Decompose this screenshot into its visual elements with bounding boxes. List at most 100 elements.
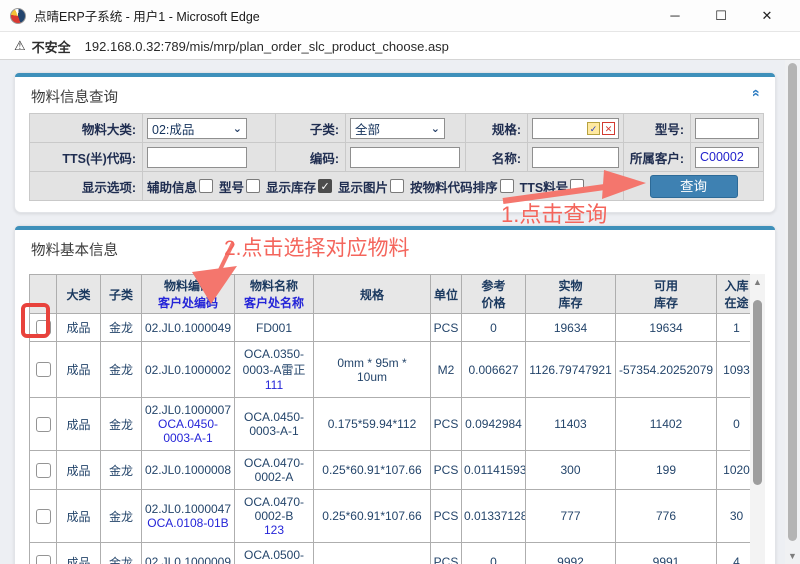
row-checkbox[interactable] (36, 417, 51, 432)
window-scrollbar[interactable]: ▼ (785, 60, 800, 564)
name-cell: OCA.0450-0003-A-1 (235, 398, 314, 451)
physical-stock-cell: 19634 (526, 314, 616, 342)
column-header: 大类 (57, 275, 101, 314)
unit-cell: PCS (431, 543, 462, 564)
price-cell: 0.01337128 (462, 490, 526, 543)
table-row[interactable]: 成品金龙02.JL0.1000009OCA.0500-0002-APCS0999… (30, 543, 757, 564)
close-icon[interactable]: ✕ (744, 1, 790, 31)
url-text[interactable]: 192.168.0.32:789/mis/mrp/plan_order_slc_… (85, 39, 449, 54)
code-cell: 02.JL0.1000008 (142, 451, 235, 490)
option-checkbox[interactable] (500, 179, 514, 193)
material-code: 02.JL0.1000047 (144, 502, 232, 516)
material-code: 02.JL0.1000049 (144, 321, 232, 335)
header-line1: 物料编码 (143, 277, 233, 294)
display-options-label: 显示选项: (30, 172, 143, 201)
code-cell: 02.JL0.1000049 (142, 314, 235, 342)
option-checkbox[interactable] (246, 179, 260, 193)
checkbox-cell (30, 342, 57, 398)
material-table-panel: 物料基本信息 大类子类物料编码客户处编码物料名称客户处名称规格单位参考价格实物库… (14, 225, 776, 564)
spec-cell: 0.25*60.91*107.66 (314, 451, 431, 490)
category-cell: 成品 (57, 451, 101, 490)
scroll-up-icon[interactable]: ▲ (750, 274, 765, 290)
option-checkbox[interactable]: ✓ (318, 179, 332, 193)
address-bar[interactable]: ⚠ 不安全 192.168.0.32:789/mis/mrp/plan_orde… (0, 33, 800, 60)
query-panel-title: 物料信息查询 (15, 73, 775, 113)
subcategory-select[interactable]: 全部⌄ (350, 118, 445, 139)
code-input[interactable] (350, 147, 460, 168)
name-cell: OCA.0470-0002-B123 (235, 490, 314, 543)
available-stock-cell: 776 (616, 490, 717, 543)
query-button[interactable]: 查询 (650, 175, 738, 198)
table-row[interactable]: 成品金龙02.JL0.1000008OCA.0470-0002-A0.25*60… (30, 451, 757, 490)
option-checkbox[interactable] (199, 179, 213, 193)
window-scrollbar-thumb[interactable] (788, 63, 797, 541)
query-form: 物料大类: 02:成品⌄ 子类: 全部⌄ 规格: ✓✕ 型号: TTS(半)代码… (29, 113, 764, 201)
table-scrollbar-thumb[interactable] (753, 300, 762, 485)
available-stock-cell: -57354.20252079 (616, 342, 717, 398)
physical-stock-cell: 1126.79747921 (526, 342, 616, 398)
column-header: 子类 (101, 275, 142, 314)
page-content: 物料信息查询 « 物料大类: 02:成品⌄ 子类: 全部⌄ 规格: ✓✕ 型号:… (0, 60, 800, 564)
material-name: OCA.0470-0002-B (237, 495, 311, 523)
header-line1: 可用 (617, 277, 715, 294)
spec-input[interactable]: ✓✕ (532, 118, 619, 139)
table-row[interactable]: 成品金龙02.JL0.1000007OCA.0450-0003-A-1OCA.0… (30, 398, 757, 451)
customer-input[interactable]: C00002 (695, 147, 759, 168)
material-name: FD001 (237, 321, 311, 335)
minimize-icon[interactable]: ─ (652, 1, 698, 31)
option-checkbox[interactable] (390, 179, 404, 193)
select-spec-icon[interactable]: ✓ (587, 122, 600, 135)
spec-cell: 0.25*60.91*107.66 (314, 490, 431, 543)
name-cell: OCA.0350-0003-A雷正111 (235, 342, 314, 398)
code-cell: 02.JL0.1000007OCA.0450-0003-A-1 (142, 398, 235, 451)
price-cell: 0.0942984 (462, 398, 526, 451)
name-input[interactable] (532, 147, 619, 168)
option-checkbox[interactable] (570, 179, 584, 193)
security-warning-label[interactable]: 不安全 (32, 37, 71, 56)
physical-stock-cell: 11403 (526, 398, 616, 451)
customer-name-link[interactable]: 111 (237, 378, 311, 392)
model-input[interactable] (695, 118, 759, 139)
display-option: TTS料号 (520, 177, 585, 196)
material-code: 02.JL0.1000002 (144, 363, 232, 377)
customer-code-link[interactable]: OCA.0450-0003-A-1 (144, 417, 232, 445)
chevron-down-icon: ⌄ (431, 122, 440, 135)
maximize-icon[interactable]: ☐ (698, 1, 744, 31)
table-row[interactable]: 成品金龙02.JL0.1000049FD001PCS019634196341 (30, 314, 757, 342)
column-header: 规格 (314, 275, 431, 314)
customer-code-link[interactable]: OCA.0108-01B (144, 516, 232, 530)
checkbox-cell (30, 398, 57, 451)
physical-stock-cell: 300 (526, 451, 616, 490)
option-label: 型号 (219, 177, 244, 196)
clear-spec-icon[interactable]: ✕ (602, 122, 615, 135)
spec-cell: 0mm * 95m * 10um (314, 342, 431, 398)
collapse-chevron-icon[interactable]: « (749, 89, 765, 97)
table-row[interactable]: 成品金龙02.JL0.1000002OCA.0350-0003-A雷正1110m… (30, 342, 757, 398)
subcategory-cell: 金龙 (101, 490, 142, 543)
name-cell: OCA.0470-0002-A (235, 451, 314, 490)
subcategory-cell: 金龙 (101, 451, 142, 490)
category-cell: 成品 (57, 490, 101, 543)
header-line2: 价格 (463, 294, 524, 311)
site-favicon-icon (10, 8, 26, 24)
name-cell: OCA.0500-0002-A (235, 543, 314, 564)
unit-cell: M2 (431, 342, 462, 398)
price-cell: 0 (462, 314, 526, 342)
chevron-down-icon: ⌄ (233, 122, 242, 135)
price-cell: 0.006627 (462, 342, 526, 398)
row-checkbox[interactable] (36, 509, 51, 524)
row-checkbox[interactable] (36, 555, 51, 564)
header-line2: 库存 (617, 294, 715, 311)
tts-code-input[interactable] (147, 147, 247, 168)
category-select[interactable]: 02:成品⌄ (147, 118, 247, 139)
row-checkbox[interactable] (36, 362, 51, 377)
table-scrollbar[interactable]: ▲ (750, 274, 765, 564)
scroll-down-icon[interactable]: ▼ (785, 551, 800, 561)
row-checkbox[interactable] (36, 463, 51, 478)
customer-name-link[interactable]: 123 (237, 523, 311, 537)
model-label: 型号: (624, 114, 691, 143)
header-line1: 参考 (463, 277, 524, 294)
physical-stock-cell: 9992 (526, 543, 616, 564)
table-row[interactable]: 成品金龙02.JL0.1000047OCA.0108-01BOCA.0470-0… (30, 490, 757, 543)
category-cell: 成品 (57, 314, 101, 342)
